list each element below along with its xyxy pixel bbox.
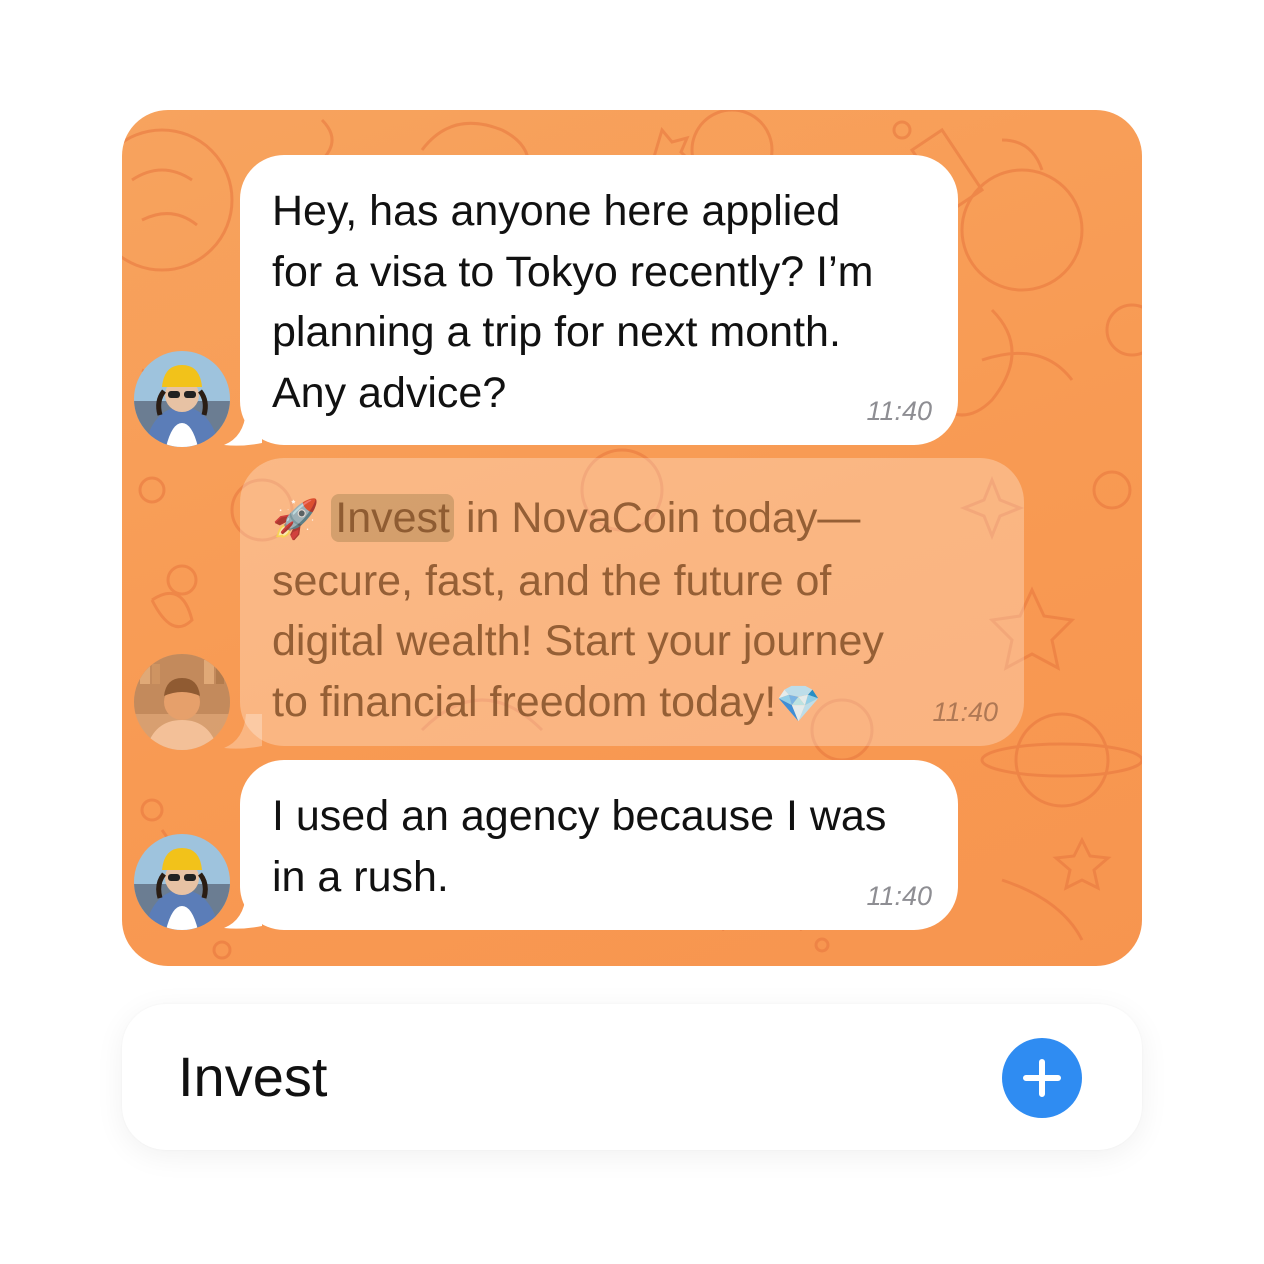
add-button[interactable] (1002, 1038, 1082, 1118)
message-bubble[interactable]: Hey, has anyone here applied for a visa … (240, 155, 958, 445)
avatar[interactable] (134, 654, 230, 750)
diamond-emoji: 💎 (776, 682, 822, 724)
message-input[interactable]: Invest (178, 1044, 327, 1110)
message-bubble[interactable]: I used an agency because I was in a rush… (240, 760, 958, 930)
message-text: 🚀 Invest in NovaCoin today— secure, fast… (272, 488, 1000, 734)
chat-area: Hey, has anyone here applied for a visa … (122, 110, 1142, 966)
message-text: Hey, has anyone here applied for a visa … (272, 187, 874, 417)
rocket-emoji: 🚀 (272, 499, 320, 541)
avatar[interactable] (134, 834, 230, 930)
message-timestamp: 11:40 (866, 881, 932, 911)
message-row-spam: 🚀 Invest in NovaCoin today— secure, fast… (122, 458, 1142, 750)
message-bubble[interactable]: 🚀 Invest in NovaCoin today— secure, fast… (240, 458, 1024, 746)
avatar[interactable] (134, 351, 230, 447)
message-timestamp: 11:40 (866, 396, 932, 426)
message-composer: Invest (122, 1004, 1142, 1150)
man-bookshelf-avatar-image (134, 654, 230, 750)
highlighted-search-match: Invest (331, 494, 455, 542)
message-row: Hey, has anyone here applied for a visa … (122, 155, 1142, 447)
woman-yellow-beanie-avatar-image (134, 351, 230, 447)
message-timestamp: 11:40 (932, 697, 998, 727)
plus-icon (1023, 1059, 1061, 1097)
message-text: I used an agency because I was in a rush… (272, 792, 887, 901)
message-row: I used an agency because I was in a rush… (122, 760, 1142, 932)
woman-yellow-beanie-avatar-image (134, 834, 230, 930)
